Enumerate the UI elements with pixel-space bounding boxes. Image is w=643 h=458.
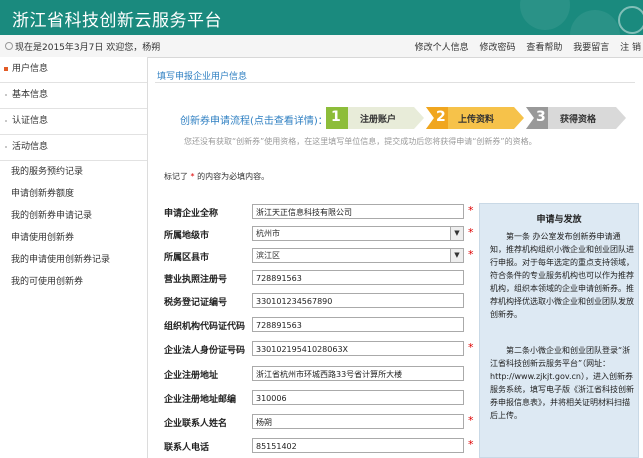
field-label: 企业注册地址 <box>164 371 219 381</box>
edit-profile-link[interactable]: 修改个人信息 <box>415 43 469 53</box>
sidebar-item-apply-quota[interactable]: 申请创新券额度 <box>0 183 147 205</box>
required-marker: * <box>468 414 474 427</box>
step-number: 3 <box>536 109 546 125</box>
chevron-down-icon: ▼ <box>450 249 463 262</box>
field-label: 企业注册地址邮编 <box>164 395 237 405</box>
sidebar-item-service-bookings[interactable]: 我的服务预约记录 <box>0 161 147 183</box>
field-label: 企业联系人姓名 <box>164 419 228 429</box>
field-label: 组织机构代码证代码 <box>164 322 246 332</box>
top-links: 修改个人信息 修改密码 查看帮助 我要留言 注 销 <box>407 40 641 53</box>
required-note-suffix: 的内容为必填内容。 <box>197 172 270 181</box>
step-label: 上传资料 <box>458 115 495 125</box>
required-marker: * <box>468 438 474 451</box>
banner-decoration <box>570 10 620 35</box>
bullet-icon <box>5 146 7 148</box>
org-code-input[interactable]: 728891563 <box>252 317 464 332</box>
required-star: * <box>190 172 195 181</box>
field-label: 税务登记证编号 <box>164 298 228 308</box>
bullet-icon <box>5 94 7 96</box>
company-name-input[interactable]: 浙江天正信息科技有限公司 <box>252 204 464 219</box>
main-content: 填写申报企业用户信息 创新券申请流程(点击查看详情)： 1 注册账户 2 上传资… <box>148 57 643 458</box>
sidebar-section-label: 用户信息 <box>12 64 49 74</box>
info-panel-title: 申请与发放 <box>536 215 582 225</box>
sidebar-item-available-vouchers[interactable]: 我的可使用创新券 <box>0 271 147 293</box>
info-panel: 申请与发放 第一条 办公室发布创新券申请通知，推荐机构组织小微企业和创业团队进行… <box>479 203 639 458</box>
field-label: 营业执照注册号 <box>164 275 228 285</box>
tax-id-input[interactable]: 330101234567890 <box>252 293 464 308</box>
clock-icon <box>5 42 13 50</box>
sidebar-section-label: 活动信息 <box>12 142 49 152</box>
step-number: 2 <box>436 109 446 125</box>
info-paragraph: 第二条小微企业和创业团队登录“浙江省科技创新云服务平台”（网址：http://w… <box>490 346 634 420</box>
sidebar-section-label: 认证信息 <box>12 116 49 126</box>
sidebar: 用户信息 基本信息 认证信息 活动信息 我的服务预约记录 申请创新券额度 我的创… <box>0 57 148 458</box>
welcome-text: 现在是2015年3月7日 欢迎您，杨朔 <box>15 43 161 53</box>
contact-name-input[interactable]: 杨朔 <box>252 414 464 429</box>
district-select-value: 滨江区 <box>256 251 280 260</box>
sidebar-section-user-info[interactable]: 用户信息 <box>0 57 147 83</box>
required-marker: * <box>468 341 474 354</box>
field-label: 联系人电话 <box>164 443 210 453</box>
flow-details-link[interactable]: 创新券申请流程(点击查看详情)： <box>180 112 328 127</box>
logout-link[interactable]: 注 销 <box>620 43 641 53</box>
city-select[interactable]: 杭州市 ▼ <box>252 226 464 241</box>
sidebar-section-activity-info[interactable]: 活动信息 <box>0 135 147 161</box>
required-note: 标记了 * 的内容为必填内容。 <box>164 171 269 182</box>
field-label: 申请企业全称 <box>164 209 219 219</box>
bullet-icon <box>5 120 7 122</box>
step-label: 获得资格 <box>560 115 597 125</box>
sidebar-section-auth-info[interactable]: 认证信息 <box>0 109 147 135</box>
step-number: 1 <box>331 109 341 125</box>
sidebar-section-label: 基本信息 <box>12 90 49 100</box>
postcode-input[interactable]: 310006 <box>252 390 464 405</box>
city-select-value: 杭州市 <box>256 229 280 238</box>
sidebar-item-use-records[interactable]: 我的申请使用创新券记录 <box>0 249 147 271</box>
step-qualify: 3 获得资格 <box>526 107 626 129</box>
field-label: 所属地级市 <box>164 231 210 241</box>
legal-id-input[interactable]: 33010219541028063X <box>252 341 464 356</box>
required-marker: * <box>468 204 474 217</box>
district-select[interactable]: 滨江区 ▼ <box>252 248 464 263</box>
logo-icon <box>618 6 643 34</box>
bullet-icon <box>4 67 8 71</box>
contact-phone-input[interactable]: 85151402 <box>252 438 464 453</box>
sidebar-item-my-applications[interactable]: 我的创新券申请记录 <box>0 205 147 227</box>
chevron-down-icon: ▼ <box>450 227 463 240</box>
sidebar-section-basic-info[interactable]: 基本信息 <box>0 83 147 109</box>
change-password-link[interactable]: 修改密码 <box>479 43 515 53</box>
step-register: 1 注册账户 <box>326 107 424 129</box>
address-input[interactable]: 浙江省杭州市环城西路33号省计算所大楼 <box>252 366 464 381</box>
banner-decoration <box>520 0 570 30</box>
step-upload: 2 上传资料 <box>426 107 524 129</box>
eligibility-hint: 您还没有获取“创新券”使用资格，在这里填写单位信息，提交成功后您将获得申请“创新… <box>184 137 537 146</box>
top-bar: 现在是2015年3月7日 欢迎您，杨朔 修改个人信息 修改密码 查看帮助 我要留… <box>0 35 643 58</box>
help-link[interactable]: 查看帮助 <box>526 43 562 53</box>
field-label: 所属区县市 <box>164 253 210 263</box>
site-title: 浙江省科技创新云服务平台 <box>12 11 222 31</box>
business-license-input[interactable]: 728891563 <box>252 270 464 285</box>
info-paragraph: 第一条 办公室发布创新券申请通知，推荐机构组织小微企业和创业团队进行申报。对于每… <box>490 232 634 319</box>
divider <box>155 82 635 83</box>
step-label: 注册账户 <box>360 115 397 125</box>
field-label: 企业法人身份证号码 <box>164 346 246 356</box>
sidebar-item-apply-use[interactable]: 申请使用创新券 <box>0 227 147 249</box>
required-marker: * <box>468 226 474 239</box>
header-banner: 浙江省科技创新云服务平台 <box>0 0 643 35</box>
leave-message-link[interactable]: 我要留言 <box>573 43 609 53</box>
required-note-prefix: 标记了 <box>164 172 188 181</box>
required-marker: * <box>468 248 474 261</box>
page-title: 填写申报企业用户信息 <box>157 72 248 82</box>
